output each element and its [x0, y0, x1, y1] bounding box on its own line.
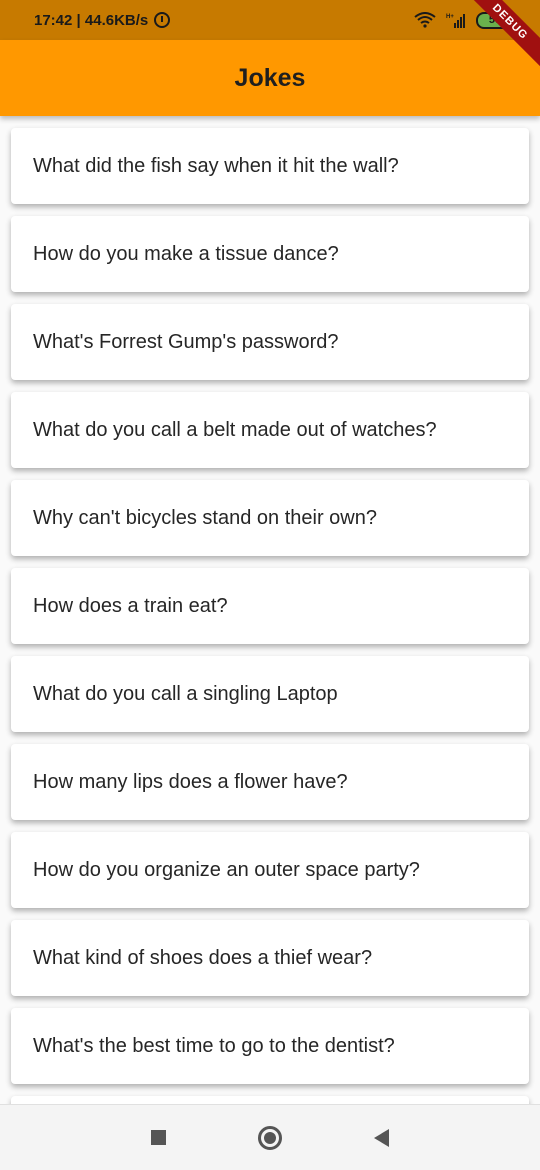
page-title: Jokes [234, 63, 306, 92]
joke-card[interactable]: What's Forrest Gump's password? [11, 304, 529, 380]
square-icon[interactable] [151, 1130, 166, 1145]
jokes-list[interactable]: What did the fish say when it hit the wa… [0, 116, 540, 1104]
back-triangle-icon[interactable] [374, 1128, 389, 1147]
joke-card[interactable]: What do you call a belt made out of watc… [11, 392, 529, 468]
joke-card[interactable]: What do you call a singling Laptop [11, 656, 529, 732]
joke-text: What's Forrest Gump's password? [33, 330, 339, 353]
joke-card-partial[interactable] [11, 1096, 529, 1104]
joke-card[interactable]: How does a train eat? [11, 568, 529, 644]
joke-card[interactable]: What's the best time to go to the dentis… [11, 1008, 529, 1084]
app-bar: Jokes [0, 40, 540, 116]
circle-icon[interactable] [258, 1125, 282, 1150]
joke-text: How does a train eat? [33, 594, 228, 617]
status-bar: 17:42 | 44.6KB/s H+ 59 [0, 0, 540, 40]
joke-text: How many lips does a flower have? [33, 770, 348, 793]
joke-text: What do you call a belt made out of watc… [33, 418, 437, 441]
joke-card[interactable]: How do you organize an outer space party… [11, 832, 529, 908]
joke-card[interactable]: How do you make a tissue dance? [11, 216, 529, 292]
network-type-label: H+ [446, 14, 454, 20]
alarm-icon [154, 12, 171, 28]
joke-text: What's the best time to go to the dentis… [33, 1034, 395, 1057]
wifi-icon [414, 12, 436, 28]
system-nav-bar [0, 1104, 540, 1170]
joke-card[interactable]: What kind of shoes does a thief wear? [11, 920, 529, 996]
status-left: 17:42 | 44.6KB/s [34, 11, 171, 29]
joke-card[interactable]: Why can't bicycles stand on their own? [11, 480, 529, 556]
joke-text: How do you make a tissue dance? [33, 242, 339, 265]
joke-text: What do you call a singling Laptop [33, 682, 338, 705]
joke-text: What did the fish say when it hit the wa… [33, 154, 399, 177]
joke-card[interactable]: What did the fish say when it hit the wa… [11, 128, 529, 204]
joke-text: Why can't bicycles stand on their own? [33, 506, 377, 529]
joke-text: What kind of shoes does a thief wear? [33, 946, 373, 969]
signal-icon: H+ [446, 14, 465, 28]
joke-card[interactable]: How many lips does a flower have? [11, 744, 529, 820]
joke-text: How do you organize an outer space party… [33, 858, 420, 881]
status-time-speed: 17:42 | 44.6KB/s [34, 11, 149, 29]
